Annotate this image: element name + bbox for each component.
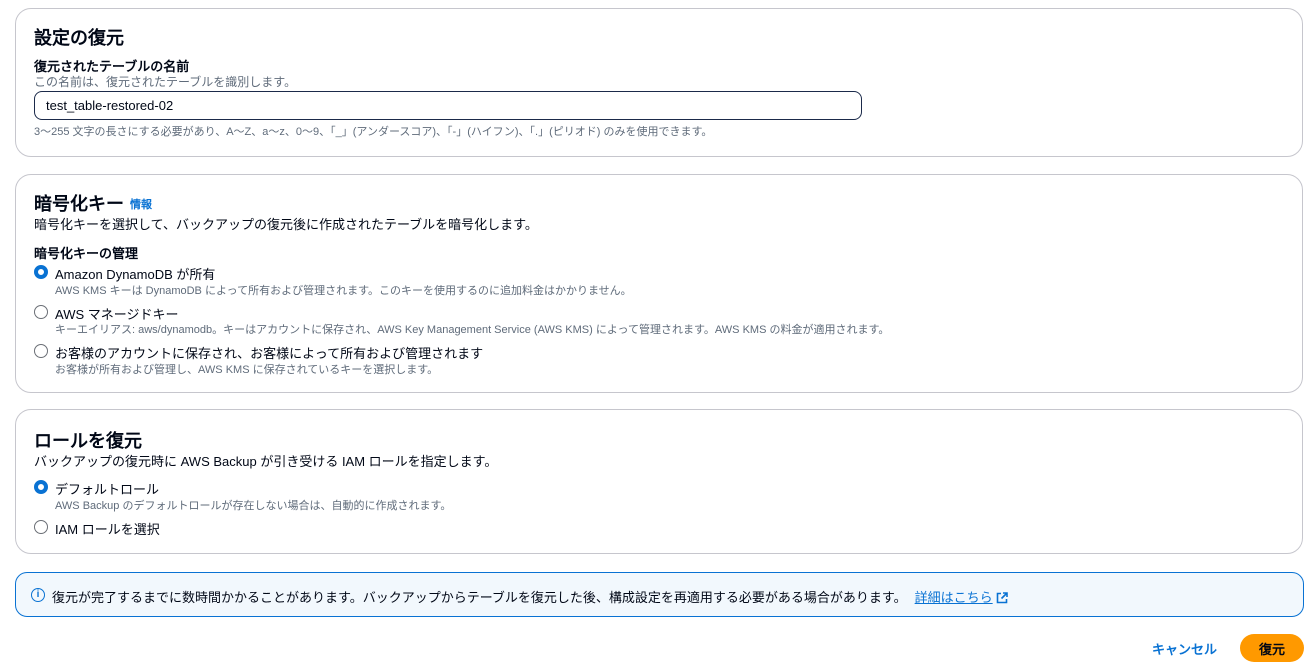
restore-settings-title: 設定の復元: [34, 28, 124, 48]
table-name-input[interactable]: [34, 91, 862, 120]
restore-role-description: バックアップの復元時に AWS Backup が引き受ける IAM ロールを指定…: [34, 454, 498, 469]
info-icon: i: [31, 588, 45, 602]
alert-message: 復元が完了するまでに数時間かかることがあります。バックアップからテーブルを復元し…: [52, 587, 1008, 606]
radio-customer-managed-key[interactable]: [34, 344, 48, 358]
option-dynamodb-owned-desc: AWS KMS キーは DynamoDB によって所有および管理されます。このキ…: [55, 285, 632, 297]
external-link-icon: [996, 592, 1008, 604]
option-customer-managed-key-label[interactable]: お客様のアカウントに保存され、お客様によって所有および管理されます: [55, 343, 483, 362]
radio-aws-managed-key[interactable]: [34, 305, 48, 319]
info-alert: i 復元が完了するまでに数時間かかることがあります。バックアップからテーブルを復…: [15, 572, 1304, 617]
option-default-role-label[interactable]: デフォルトロール: [55, 479, 159, 498]
option-dynamodb-owned-label[interactable]: Amazon DynamoDB が所有: [55, 264, 215, 283]
option-aws-managed-key-desc: キーエイリアス: aws/dynamodb。キーはアカウントに保存され、AWS …: [55, 324, 890, 336]
restore-role-title: ロールを復元: [34, 431, 142, 451]
restore-button[interactable]: 復元: [1240, 634, 1304, 662]
encryption-info-link[interactable]: 情報: [130, 196, 152, 212]
encryption-key-title: 暗号化キー: [34, 194, 124, 214]
option-customer-managed-key-desc: お客様が所有および管理し、AWS KMS に保存されているキーを選択します。: [55, 364, 439, 376]
cancel-button[interactable]: キャンセル: [1140, 635, 1229, 661]
table-name-description: この名前は、復元されたテーブルを識別します。: [34, 75, 297, 89]
radio-choose-iam-role[interactable]: [34, 520, 48, 534]
option-choose-iam-role-label[interactable]: IAM ロールを選択: [55, 519, 160, 538]
restore-role-panel: [15, 409, 1303, 554]
table-name-constraint: 3～255 文字の長さにする必要があり、A～Z、a～z、0～9、「_」(アンダー…: [34, 126, 713, 138]
alert-text: 復元が完了するまでに数時間かかることがあります。バックアップからテーブルを復元し…: [52, 590, 907, 605]
option-default-role-desc: AWS Backup のデフォルトロールが存在しない場合は、自動的に作成されます…: [55, 500, 452, 512]
encryption-description: 暗号化キーを選択して、バックアップの復元後に作成されたテーブルを暗号化します。: [34, 217, 538, 232]
encryption-management-label: 暗号化キーの管理: [34, 246, 139, 261]
radio-default-role[interactable]: [34, 480, 48, 494]
radio-dynamodb-owned[interactable]: [34, 265, 48, 279]
learn-more-link[interactable]: 詳細はこちら: [915, 590, 1008, 605]
learn-more-label: 詳細はこちら: [914, 590, 993, 605]
